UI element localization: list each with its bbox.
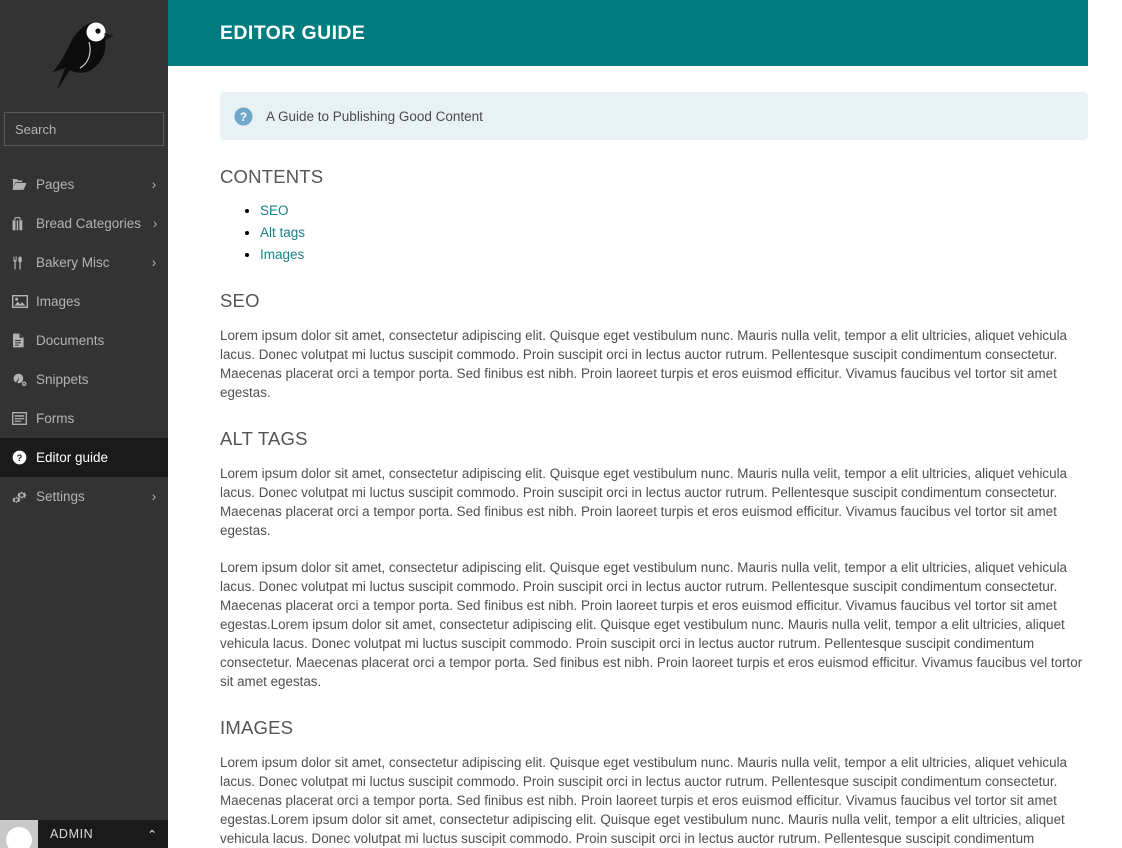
sidebar-item-editor-guide[interactable]: ? Editor guide <box>0 438 168 477</box>
chevron-right-icon: › <box>151 489 157 504</box>
sidebar-item-label: Pages <box>36 177 75 192</box>
sidebar-item-label: Bread Categories <box>36 216 142 231</box>
page-title: EDITOR GUIDE <box>220 21 366 44</box>
question-circle-icon: ? <box>234 106 253 126</box>
svg-text:?: ? <box>240 109 247 123</box>
chevron-right-icon: › <box>151 177 157 192</box>
sidebar-item-label: Editor guide <box>36 450 109 465</box>
chevron-right-icon: › <box>152 216 158 231</box>
sidebar-item-pages[interactable]: Pages › <box>0 165 168 204</box>
file-text-icon <box>12 333 36 348</box>
info-banner: ? A Guide to Publishing Good Content <box>220 92 1088 140</box>
search-container <box>0 112 221 146</box>
sidebar-item-documents[interactable]: Documents <box>0 321 168 360</box>
sidebar-item-bakery-misc[interactable]: Bakery Misc › <box>0 243 168 282</box>
leaf-icon <box>12 373 36 387</box>
section-paragraph: Lorem ipsum dolor sit amet, consectetur … <box>220 755 1067 846</box>
info-banner-text: A Guide to Publishing Good Content <box>266 108 483 124</box>
list-item: Alt tags <box>260 224 1088 242</box>
app-root: Pages › Bread Categories › Bakery Misc › <box>0 0 1122 848</box>
sidebar-item-images[interactable]: Images <box>0 282 168 321</box>
brand-logo[interactable] <box>0 0 168 112</box>
search-box[interactable] <box>4 112 221 146</box>
cogs-icon <box>12 490 36 504</box>
page-content: ? A Guide to Publishing Good Content CON… <box>168 66 1088 848</box>
sidebar-item-label: Forms <box>36 411 75 426</box>
svg-text:?: ? <box>17 453 23 463</box>
section-heading-seo: SEO <box>220 290 260 311</box>
sidebar-item-bread-categories[interactable]: Bread Categories › <box>0 204 168 243</box>
section-paragraph: Lorem ipsum dolor sit amet, consectetur … <box>220 560 1083 689</box>
sidebar-item-settings[interactable]: Settings › <box>0 477 168 516</box>
admin-user-bar[interactable]: ADMIN ⌃ <box>0 820 168 848</box>
image-icon <box>12 295 36 308</box>
section-paragraph: Lorem ipsum dolor sit amet, consectetur … <box>220 328 1067 400</box>
section-paragraph: Lorem ipsum dolor sit amet, consectetur … <box>220 466 1067 538</box>
sidebar-item-label: Bakery Misc <box>36 255 110 270</box>
table-of-contents: SEO Alt tags Images <box>220 202 1088 264</box>
list-item: SEO <box>260 202 1088 220</box>
avatar-head-shape <box>6 827 32 848</box>
sidebar-item-label: Images <box>36 294 81 309</box>
briefcase-icon <box>12 216 36 231</box>
admin-user-name: ADMIN <box>50 827 94 841</box>
question-circle-icon: ? <box>12 450 36 465</box>
folder-open-icon <box>12 178 36 191</box>
avatar <box>0 820 38 848</box>
admin-user-label[interactable]: ADMIN ⌃ <box>38 820 168 848</box>
sidebar-item-label: Documents <box>36 333 105 348</box>
sidebar: Pages › Bread Categories › Bakery Misc › <box>0 0 221 848</box>
section-heading-images: IMAGES <box>220 717 294 738</box>
bird-logo-icon <box>53 22 114 90</box>
toc-link-seo[interactable]: SEO <box>260 203 289 218</box>
contents-heading: CONTENTS <box>220 166 324 187</box>
list-alt-icon <box>12 412 36 425</box>
sidebar-item-label: Settings <box>36 489 85 504</box>
cutlery-icon <box>12 256 36 270</box>
toc-link-images[interactable]: Images <box>260 247 304 262</box>
main-area: EDITOR GUIDE ? A Guide to Publishing Goo… <box>168 0 1122 848</box>
toc-link-alt-tags[interactable]: Alt tags <box>260 225 305 240</box>
chevron-right-icon: › <box>151 255 157 270</box>
sidebar-nav: Pages › Bread Categories › Bakery Misc › <box>0 165 168 516</box>
section-heading-alt-tags: ALT TAGS <box>220 428 308 449</box>
chevron-up-icon: ⌃ <box>146 827 158 842</box>
sidebar-item-forms[interactable]: Forms <box>0 399 168 438</box>
page-header: EDITOR GUIDE <box>168 0 1088 66</box>
sidebar-item-snippets[interactable]: Snippets <box>0 360 168 399</box>
list-item: Images <box>260 246 1088 264</box>
sidebar-item-label: Snippets <box>36 372 89 387</box>
